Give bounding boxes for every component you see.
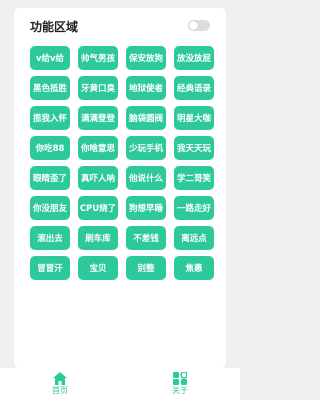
sound-button[interactable]: 黑色抵胜 xyxy=(30,76,70,100)
function-area-card: 功能区域 v给v给 帅气男孩 保安放狗 放没放屁 黑色抵胜 牙黄口臭 地狱使者 … xyxy=(14,8,226,368)
nav-about[interactable]: 关于 xyxy=(150,372,210,400)
sound-button[interactable]: 他说什么 xyxy=(126,166,166,190)
toggle-switch[interactable] xyxy=(188,20,210,31)
sound-button[interactable]: 放没放屁 xyxy=(174,46,214,70)
sound-button[interactable]: 一路走好 xyxy=(174,196,214,220)
sound-button[interactable]: 别整 xyxy=(126,256,166,280)
toggle-knob xyxy=(189,21,198,30)
sound-button[interactable]: 焦惠 xyxy=(174,256,214,280)
sound-button[interactable]: 你吃88 xyxy=(30,136,70,160)
sound-button[interactable]: 经典语录 xyxy=(174,76,214,100)
sound-button[interactable]: 满满登登 xyxy=(78,106,118,130)
nav-home-label: 首页 xyxy=(52,386,68,395)
sound-button[interactable]: 冒冒汗 xyxy=(30,256,70,280)
sound-button-grid: v给v给 帅气男孩 保安放狗 放没放屁 黑色抵胜 牙黄口臭 地狱使者 经典语录 … xyxy=(30,46,214,280)
sound-button[interactable]: 滚出去 xyxy=(30,226,70,250)
sound-button[interactable]: 你啥意思 xyxy=(78,136,118,160)
sound-button[interactable]: 真吓人呐 xyxy=(78,166,118,190)
nav-home[interactable]: 首页 xyxy=(30,372,90,400)
section-title: 功能区域 xyxy=(30,20,79,34)
sound-button[interactable]: CPU烧了 xyxy=(78,196,118,220)
home-icon xyxy=(53,372,67,385)
sound-button[interactable]: 离远点 xyxy=(174,226,214,250)
sound-button[interactable]: 狗想早睡 xyxy=(126,196,166,220)
sound-button[interactable]: 少玩手机 xyxy=(126,136,166,160)
sound-button[interactable]: 脑袋圆阀 xyxy=(126,106,166,130)
sound-button[interactable]: 不差钱 xyxy=(126,226,166,250)
sound-button[interactable]: 地狱使者 xyxy=(126,76,166,100)
sound-button[interactable]: 眼睛歪了 xyxy=(30,166,70,190)
sound-button[interactable]: 揽我入怀 xyxy=(30,106,70,130)
sound-button[interactable]: 牙黄口臭 xyxy=(78,76,118,100)
about-icon xyxy=(173,372,187,385)
nav-about-label: 关于 xyxy=(172,386,188,395)
sound-button[interactable]: 宝贝 xyxy=(78,256,118,280)
sound-button[interactable]: 你没朋友 xyxy=(30,196,70,220)
sound-button[interactable]: v给v给 xyxy=(30,46,70,70)
sound-button[interactable]: 我天天玩 xyxy=(174,136,214,160)
sound-button[interactable]: 明星大咖 xyxy=(174,106,214,130)
sound-button[interactable]: 帅气男孩 xyxy=(78,46,118,70)
sound-button[interactable]: 刷车库 xyxy=(78,226,118,250)
sound-button[interactable]: 保安放狗 xyxy=(126,46,166,70)
sound-button[interactable]: 学二哥笑 xyxy=(174,166,214,190)
bottom-nav: 首页 关于 xyxy=(0,368,240,400)
